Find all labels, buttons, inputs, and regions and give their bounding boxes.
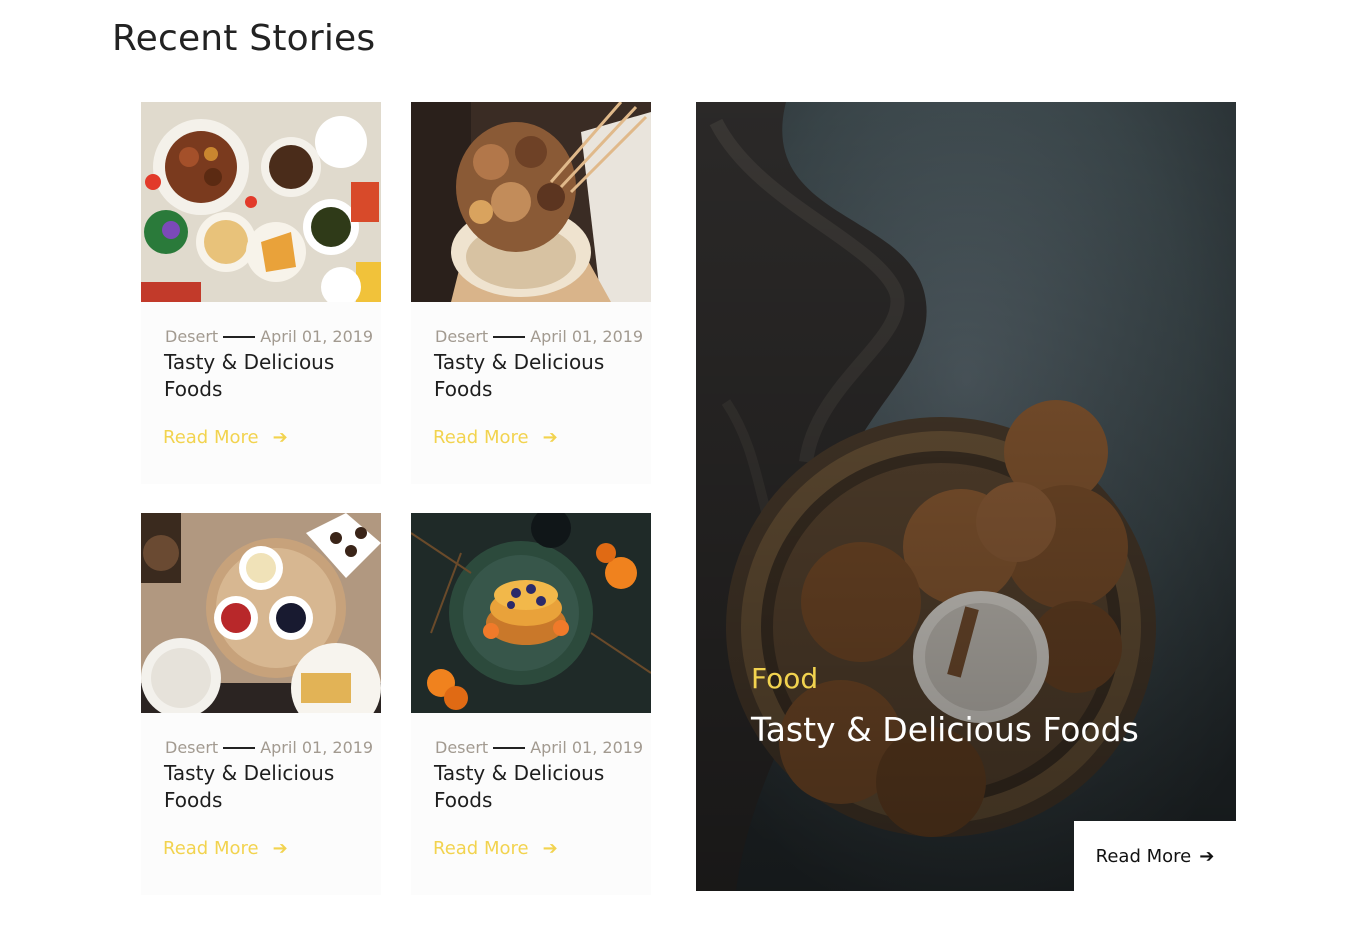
story-meta: Desert April 01, 2019 [165,738,373,757]
featured-read-more-label: Read More [1095,845,1192,867]
read-more-link[interactable]: Read More ➔ [163,838,288,859]
story-card: Desert April 01, 2019 Tasty & Delicious F… [411,513,651,895]
meta-divider [493,335,526,338]
recent-stories-section: Recent Stories Desert April 01, 2019 Tas… [0,0,1363,951]
story-category[interactable]: Desert [165,327,218,346]
read-more-link[interactable]: Read More ➔ [433,838,558,859]
section-title: Recent Stories [112,18,376,59]
story-card: Desert April 01, 2019 Tasty & Delicious F… [411,102,651,484]
meta-divider [493,746,526,749]
story-image[interactable] [411,102,651,302]
featured-story[interactable]: Food Tasty & Delicious Foods Read More ➔ [696,102,1236,891]
story-image[interactable] [411,513,651,713]
story-meta: Desert April 01, 2019 [165,327,373,346]
arrow-right-icon: ➔ [272,838,288,859]
story-meta: Desert April 01, 2019 [435,738,643,757]
read-more-label: Read More [163,838,259,859]
story-image[interactable] [141,102,381,302]
story-title[interactable]: Tasty & Delicious Foods [434,349,634,403]
story-title[interactable]: Tasty & Delicious Foods [434,760,634,814]
story-category[interactable]: Desert [165,738,218,757]
story-category[interactable]: Desert [435,327,488,346]
story-card: Desert April 01, 2019 Tasty & Delicious F… [141,102,381,484]
arrow-right-icon: ➔ [542,427,558,448]
read-more-label: Read More [163,427,259,448]
story-meta: Desert April 01, 2019 [435,327,643,346]
story-date: April 01, 2019 [530,738,644,757]
story-date: April 01, 2019 [260,738,374,757]
story-title[interactable]: Tasty & Delicious Foods [164,349,364,403]
read-more-link[interactable]: Read More ➔ [433,427,558,448]
arrow-right-icon: ➔ [272,427,288,448]
arrow-right-icon: ➔ [542,838,558,859]
arrow-right-icon: ➔ [1199,845,1215,867]
read-more-label: Read More [433,427,529,448]
story-image[interactable] [141,513,381,713]
story-date: April 01, 2019 [260,327,374,346]
featured-title[interactable]: Tasty & Delicious Foods [751,710,1139,749]
meta-divider [223,335,256,338]
meta-divider [223,746,256,749]
featured-story-image [696,102,1236,891]
story-title[interactable]: Tasty & Delicious Foods [164,760,364,814]
featured-read-more-button[interactable]: Read More ➔ [1074,821,1236,891]
story-card: Desert April 01, 2019 Tasty & Delicious F… [141,513,381,895]
story-category[interactable]: Desert [435,738,488,757]
featured-category[interactable]: Food [751,662,818,695]
read-more-label: Read More [433,838,529,859]
read-more-link[interactable]: Read More ➔ [163,427,288,448]
story-date: April 01, 2019 [530,327,644,346]
